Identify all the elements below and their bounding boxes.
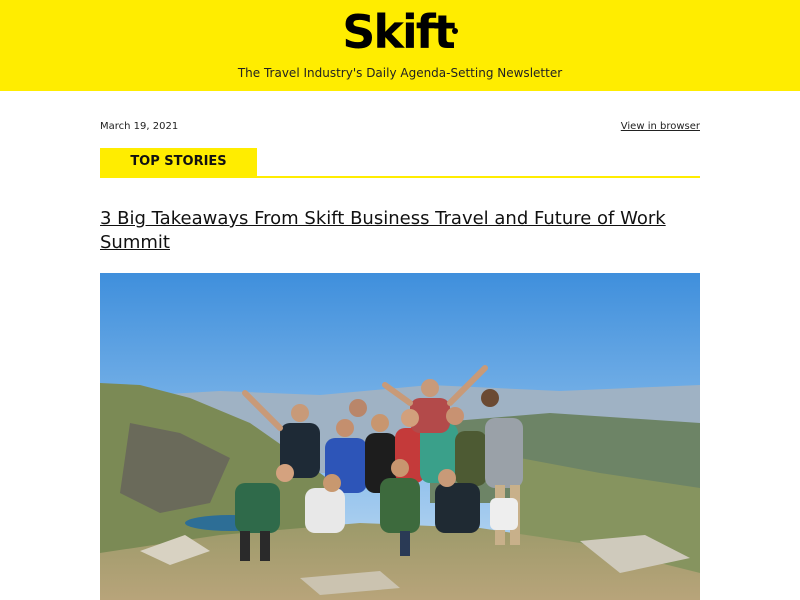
newsletter-header: Skift The Travel Industry's Daily Agenda… xyxy=(0,0,800,91)
section-header: TOP STORIES xyxy=(100,148,700,178)
logo-dot-icon xyxy=(451,28,458,34)
story-hero-image[interactable] xyxy=(100,273,700,600)
logo-text: Skift xyxy=(342,5,455,59)
section-label: TOP STORIES xyxy=(100,148,257,176)
story-headline-link[interactable]: 3 Big Takeaways From Skift Business Trav… xyxy=(100,207,700,255)
skift-logo[interactable]: Skift xyxy=(0,4,800,60)
tagline: The Travel Industry's Daily Agenda-Setti… xyxy=(237,66,563,80)
hikers-photo xyxy=(100,273,700,600)
issue-date: March 19, 2021 xyxy=(100,121,179,132)
view-in-browser-link[interactable]: View in browser xyxy=(621,121,700,132)
